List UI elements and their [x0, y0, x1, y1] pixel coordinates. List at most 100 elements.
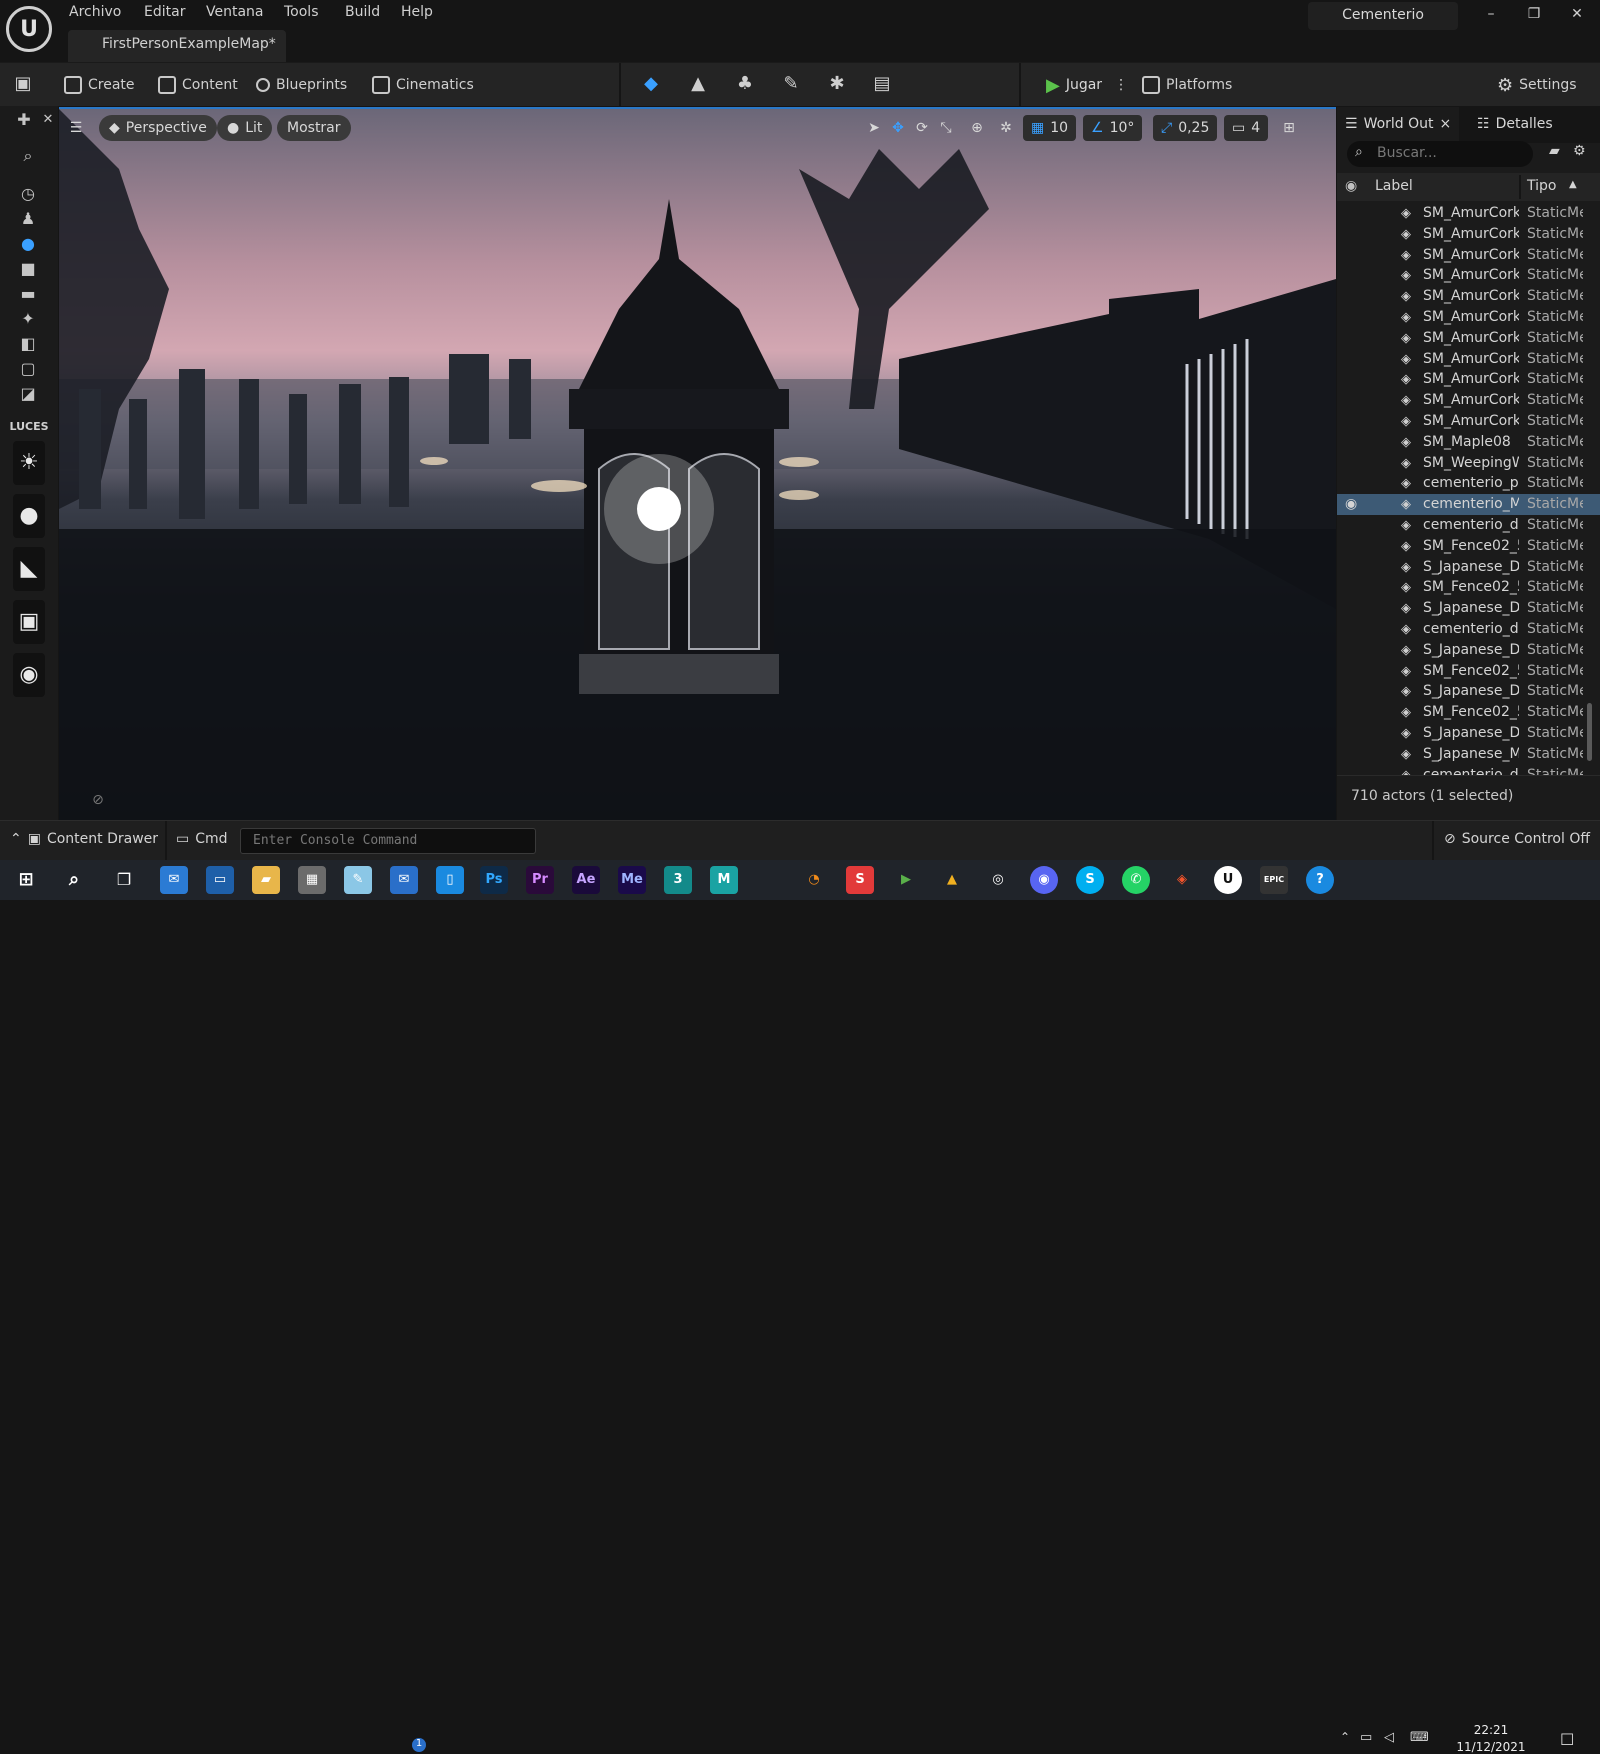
camera-speed-button[interactable]: ▭ 4	[1224, 115, 1269, 141]
outliner-row[interactable]: ◈ SM_AmurCork StaticMe	[1337, 286, 1600, 307]
outliner-row[interactable]: ◈ SM_AmurCork StaticMe	[1337, 265, 1600, 286]
me-app-icon[interactable]: Me	[618, 866, 646, 894]
discord-icon[interactable]: ◉	[1030, 866, 1058, 894]
visibility-eye-icon[interactable]: ◉	[1345, 496, 1357, 512]
calculator-icon[interactable]: ▦	[298, 866, 326, 894]
play-media-icon[interactable]: ▶	[892, 866, 920, 894]
select-mode-icon[interactable]: ◆	[641, 74, 661, 94]
outliner-row[interactable]: ◈ S_Japanese_D StaticMe	[1337, 598, 1600, 619]
restore-button[interactable]: ❐	[1523, 6, 1545, 28]
outliner-scrollbar[interactable]	[1587, 703, 1592, 761]
maya-app-icon[interactable]: M	[710, 866, 738, 894]
github-icon[interactable]: ◎	[984, 866, 1012, 894]
cmd-button[interactable]: ▭ Cmd	[176, 831, 228, 847]
surface-snap-icon[interactable]: ✲	[997, 119, 1015, 137]
outliner-row[interactable]: ◈ cementerio_pc StaticMe	[1337, 473, 1600, 494]
notifications-icon[interactable]: ☐	[1560, 1730, 1574, 1749]
menu-editar[interactable]: Editar	[144, 4, 185, 20]
phone-icon[interactable]: ▯	[436, 866, 464, 894]
tray-chevron-icon[interactable]: ⌃	[1340, 1730, 1350, 1744]
minimize-button[interactable]: –	[1480, 6, 1502, 28]
ae-app-icon[interactable]: Ae	[572, 866, 600, 894]
scale-tool-icon[interactable]: ⤡	[937, 119, 955, 137]
menu-build[interactable]: Build	[345, 4, 380, 20]
outliner-row[interactable]: ◈ SM_Fence02_5 StaticMe	[1337, 577, 1600, 598]
visual-effects-icon[interactable]: ✦	[18, 309, 38, 329]
task-view-icon[interactable]: ❐	[110, 866, 138, 894]
outliner-row[interactable]: ◉ ◈ cementerio_M StaticMe	[1337, 494, 1600, 515]
cinematics-button[interactable]: Cinematics	[372, 73, 474, 97]
directional-light-icon[interactable]: ☀	[13, 441, 45, 485]
gear-icon[interactable]: ⚙	[1573, 143, 1586, 159]
rotation-snap-toggle[interactable]: ∠ 10°	[1083, 115, 1143, 141]
volumes-icon[interactable]: ▢	[18, 359, 38, 379]
foliage-mode-icon[interactable]: ♣	[735, 74, 755, 94]
source-control-button[interactable]: ⊘ Source Control Off	[1444, 831, 1590, 847]
settings-button[interactable]: ⚙ Settings	[1497, 73, 1577, 97]
epic-games-icon[interactable]: EPIC	[1260, 866, 1288, 894]
windows-start-icon[interactable]: ⊞	[12, 866, 40, 894]
geometry-icon[interactable]: ◧	[18, 334, 38, 354]
outliner-row[interactable]: ◈ S_Japanese_D StaticMe	[1337, 681, 1600, 702]
mail-icon[interactable]: ✉	[390, 866, 418, 894]
layout-icon[interactable]: ⊞	[1280, 119, 1298, 137]
sky-light-icon[interactable]: ◉	[13, 653, 45, 697]
outliner-row[interactable]: ◈ S_Japanese_D StaticMe	[1337, 723, 1600, 744]
show-dropdown[interactable]: Mostrar	[277, 115, 351, 141]
file-explorer-icon[interactable]: ▰	[252, 866, 280, 894]
rect-light-icon[interactable]: ▣	[13, 600, 45, 644]
menu-ventana[interactable]: Ventana	[206, 4, 264, 20]
outliner-row[interactable]: ◈ SM_AmurCork StaticMe	[1337, 349, 1600, 370]
col-type-header[interactable]: Tipo	[1527, 178, 1556, 194]
close-panel-icon[interactable]: ✕	[38, 110, 58, 130]
lights-category-icon[interactable]: ●	[18, 234, 38, 254]
outliner-row[interactable]: ◈ SM_AmurCork StaticMe	[1337, 328, 1600, 349]
outliner-search-box[interactable]: ⌕ Buscar...	[1347, 141, 1533, 167]
spot-light-icon[interactable]: ◣	[13, 547, 45, 591]
blueprints-button[interactable]: Blueprints	[256, 73, 347, 97]
fracture-mode-icon[interactable]: ✱	[827, 74, 847, 94]
outlook-icon[interactable]: ✉	[160, 866, 188, 894]
add-folder-icon[interactable]: ▰	[1549, 143, 1560, 159]
play-button[interactable]: ▶ Jugar ⋮	[1046, 73, 1128, 97]
level-viewport[interactable]: ☰ ◆ Perspective ● Lit Mostrar ➤ ✥ ⟳ ⤡ ⊕ …	[59, 107, 1336, 820]
network-icon[interactable]: ▭	[1360, 1730, 1372, 1745]
outliner-row[interactable]: ◈ SM_AmurCork StaticMe	[1337, 203, 1600, 224]
outliner-row[interactable]: ◈ cementerio_de StaticMe	[1337, 619, 1600, 640]
basic-shapes-icon[interactable]: ♟	[18, 209, 38, 229]
save-icon[interactable]: ▣	[13, 74, 33, 94]
3ds-app-icon[interactable]: 3	[664, 866, 692, 894]
all-classes-icon[interactable]: ◪	[18, 384, 38, 404]
world-space-icon[interactable]: ⊕	[968, 119, 986, 137]
substance-icon[interactable]: S	[846, 866, 874, 894]
pc-icon[interactable]: ▭	[206, 866, 234, 894]
blender-icon[interactable]: ◔	[800, 866, 828, 894]
warning-app-icon[interactable]: ▲	[938, 866, 966, 894]
volume-icon[interactable]: ◁	[1384, 1730, 1394, 1745]
modeling-mode-icon[interactable]: ▤	[872, 74, 892, 94]
keyboard-icon[interactable]: ⌨	[1410, 1730, 1429, 1745]
view-mode-dropdown[interactable]: ● Lit	[217, 115, 273, 141]
menu-help[interactable]: Help	[401, 4, 433, 20]
outliner-row[interactable]: ◈ cementerio_de StaticMe	[1337, 515, 1600, 536]
search-icon[interactable]: ⌕	[60, 866, 88, 894]
console-input[interactable]: Enter Console Command	[240, 828, 536, 854]
viewport-menu-icon[interactable]: ☰	[67, 119, 85, 137]
outliner-row[interactable]: ◈ SM_AmurCork StaticMe	[1337, 369, 1600, 390]
outliner-row[interactable]: ◈ SM_AmurCork StaticMe	[1337, 307, 1600, 328]
tab-details[interactable]: ☷ Detalles	[1477, 107, 1597, 143]
search-input[interactable]: Buscar...	[1377, 145, 1437, 161]
outliner-row[interactable]: ◈ SM_AmurCork StaticMe	[1337, 411, 1600, 432]
skype-icon[interactable]: S	[1076, 866, 1104, 894]
outliner-row[interactable]: ◈ cementerio_de StaticMe	[1337, 765, 1600, 775]
outliner-row[interactable]: ◈ S_Japanese_M StaticMe	[1337, 744, 1600, 765]
outliner-row[interactable]: ◈ SM_AmurCork StaticMe	[1337, 390, 1600, 411]
outliner-row[interactable]: ◈ S_Japanese_D StaticMe	[1337, 557, 1600, 578]
outliner-row[interactable]: ◈ SM_Maple08 StaticMe	[1337, 432, 1600, 453]
translate-tool-icon[interactable]: ✥	[889, 119, 907, 137]
notes-icon[interactable]: ✎	[344, 866, 372, 894]
ps-app-icon[interactable]: Ps	[480, 866, 508, 894]
create-button[interactable]: Create	[64, 73, 135, 97]
brave-icon[interactable]: ◈	[1168, 866, 1196, 894]
play-options-icon[interactable]: ⋮	[1114, 77, 1128, 93]
